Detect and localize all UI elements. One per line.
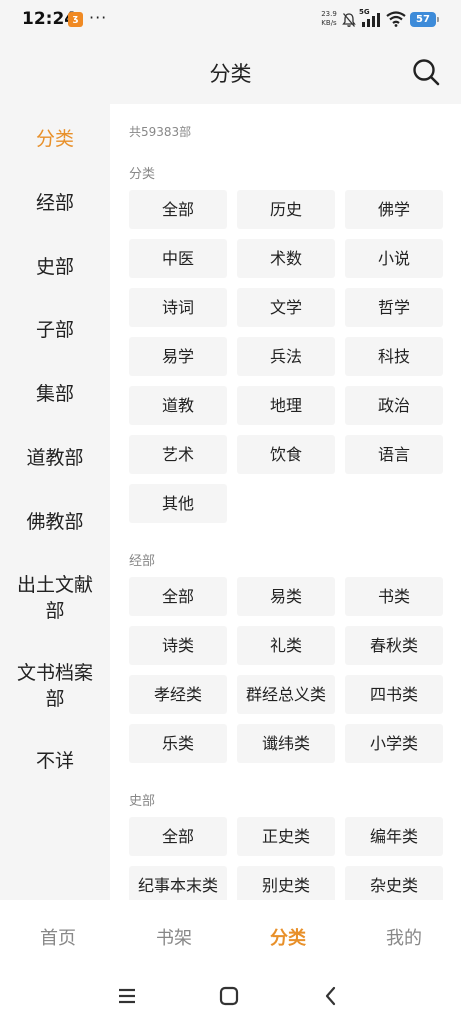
chip[interactable]: 艺术 — [129, 435, 227, 474]
search-icon[interactable] — [410, 56, 442, 88]
app-notification-icon: ʒ — [68, 12, 83, 27]
sidebar-item-fojiaobu[interactable]: 佛教部 — [0, 509, 110, 535]
battery-indicator: 57 — [410, 12, 439, 27]
status-bar: 12:24 ʒ ··· 23.9 KB/s 5G 57 — [0, 0, 461, 40]
chip[interactable]: 春秋类 — [345, 626, 443, 665]
chip[interactable]: 科技 — [345, 337, 443, 376]
sidebar-item-jibu[interactable]: 集部 — [0, 381, 110, 407]
chip[interactable]: 四书类 — [345, 675, 443, 714]
sidebar-item-chutuwenxianbu[interactable]: 出土文献部 — [0, 572, 110, 624]
wifi-icon — [386, 11, 406, 27]
signal-icon — [362, 13, 380, 27]
section-title: 经部 — [129, 554, 156, 569]
bell-muted-icon — [342, 13, 356, 27]
net-speed-value: 23.9 — [321, 10, 337, 18]
chip[interactable]: 杂史类 — [345, 866, 443, 900]
chip[interactable]: 乐类 — [129, 724, 227, 763]
sidebar-item-classification[interactable]: 分类 — [0, 126, 110, 152]
home-square-icon[interactable] — [217, 984, 241, 1008]
chip[interactable]: 易学 — [129, 337, 227, 376]
nav-mine[interactable]: 我的 — [364, 924, 444, 950]
back-icon[interactable] — [319, 984, 343, 1008]
category-content[interactable]: 共59383部 分类 全部 历史 佛学 中医 术数 小说 诗词 文学 哲学 易学… — [110, 104, 461, 900]
chip[interactable]: 别史类 — [237, 866, 335, 900]
nav-bookshelf[interactable]: 书架 — [134, 924, 214, 950]
chip[interactable]: 兵法 — [237, 337, 335, 376]
more-notifications-icon: ··· — [89, 8, 108, 27]
chip[interactable]: 政治 — [345, 386, 443, 425]
total-count: 共59383部 — [129, 125, 192, 139]
chip[interactable]: 礼类 — [237, 626, 335, 665]
category-sidebar: 分类 经部 史部 子部 集部 道教部 佛教部 出土文献部 文书档案部 不详 — [0, 104, 110, 900]
chip[interactable]: 小说 — [345, 239, 443, 278]
system-nav-bar — [0, 970, 461, 1024]
chip[interactable]: 诗类 — [129, 626, 227, 665]
net-speed: 23.9 KB/s — [318, 10, 340, 28]
sidebar-item-zibu[interactable]: 子部 — [0, 317, 110, 343]
chip[interactable]: 全部 — [129, 190, 227, 229]
sidebar-item-buxiang[interactable]: 不详 — [0, 748, 110, 774]
chip[interactable]: 饮食 — [237, 435, 335, 474]
chip[interactable]: 纪事本末类 — [129, 866, 227, 900]
chip[interactable]: 哲学 — [345, 288, 443, 327]
nav-categories[interactable]: 分类 — [248, 924, 328, 950]
net-speed-unit: KB/s — [321, 19, 337, 27]
nav-home[interactable]: 首页 — [18, 924, 98, 950]
sidebar-item-jingbu[interactable]: 经部 — [0, 190, 110, 216]
chip[interactable]: 中医 — [129, 239, 227, 278]
chip[interactable]: 佛学 — [345, 190, 443, 229]
chip[interactable]: 编年类 — [345, 817, 443, 856]
chip[interactable]: 书类 — [345, 577, 443, 616]
chip[interactable]: 全部 — [129, 817, 227, 856]
chip[interactable]: 群经总义类 — [237, 675, 335, 714]
chip[interactable]: 其他 — [129, 484, 227, 523]
bottom-nav: 首页 书架 分类 我的 — [0, 900, 461, 970]
menu-icon[interactable] — [115, 984, 139, 1008]
chip[interactable]: 诗词 — [129, 288, 227, 327]
section-title: 史部 — [129, 794, 156, 809]
sidebar-item-wenshudanganbu[interactable]: 文书档案部 — [0, 660, 110, 712]
section-title: 分类 — [129, 167, 156, 182]
header: 分类 — [0, 40, 461, 104]
chip[interactable]: 全部 — [129, 577, 227, 616]
chip[interactable]: 谶纬类 — [237, 724, 335, 763]
sidebar-item-shibu[interactable]: 史部 — [0, 254, 110, 280]
sidebar-item-daojiaobu[interactable]: 道教部 — [0, 445, 110, 471]
chip[interactable]: 文学 — [237, 288, 335, 327]
chip[interactable]: 地理 — [237, 386, 335, 425]
chip[interactable]: 历史 — [237, 190, 335, 229]
chip[interactable]: 孝经类 — [129, 675, 227, 714]
chip[interactable]: 术数 — [237, 239, 335, 278]
chip[interactable]: 道教 — [129, 386, 227, 425]
chip[interactable]: 正史类 — [237, 817, 335, 856]
chip[interactable]: 语言 — [345, 435, 443, 474]
page-title: 分类 — [209, 62, 252, 86]
chip[interactable]: 小学类 — [345, 724, 443, 763]
chip[interactable]: 易类 — [237, 577, 335, 616]
